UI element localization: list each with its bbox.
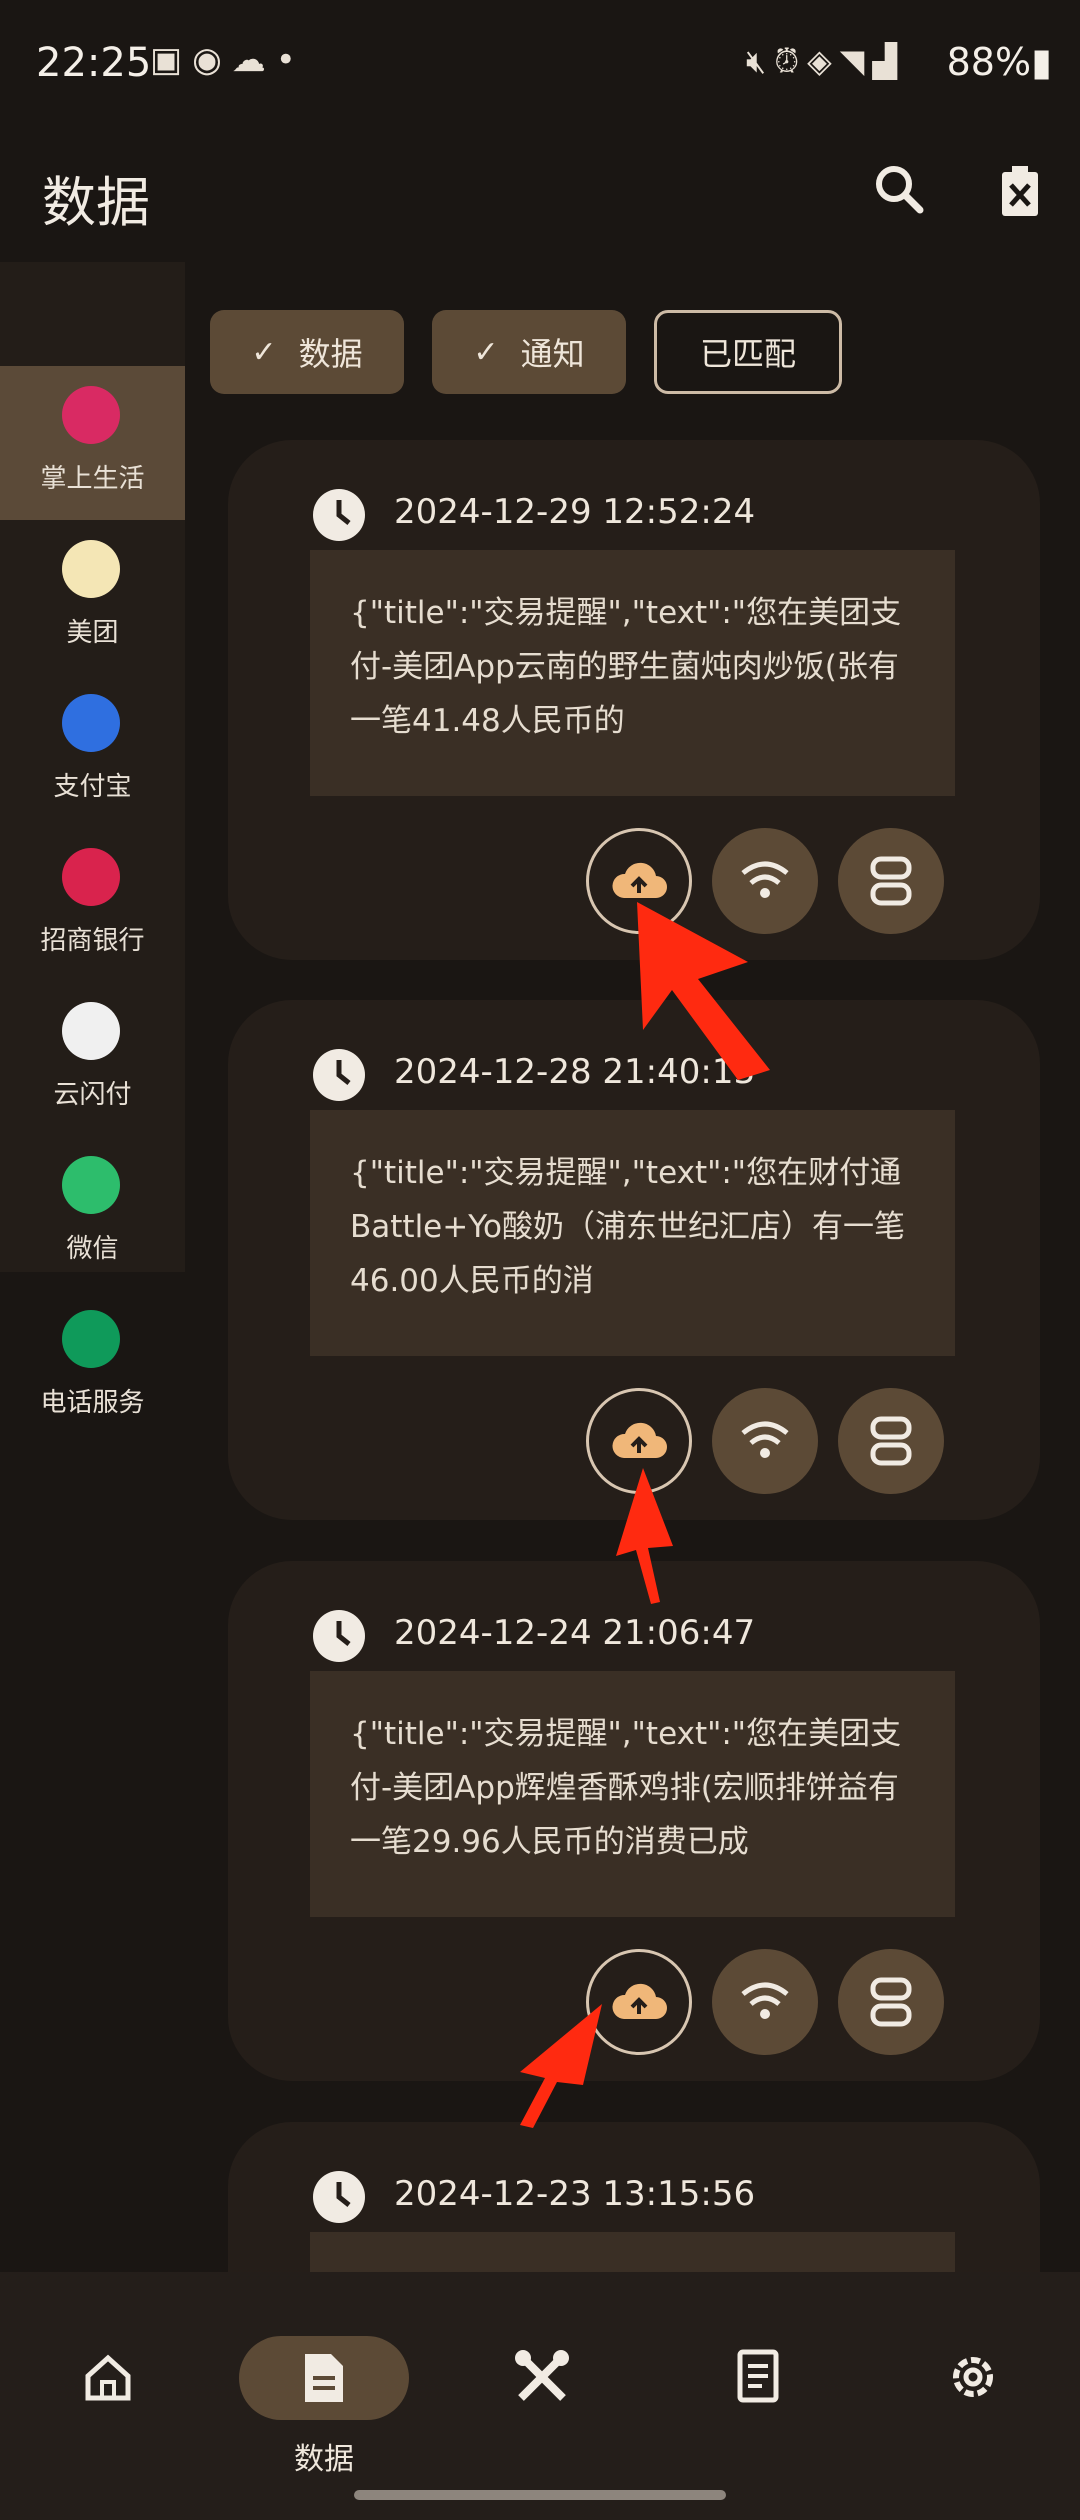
status-time: 22:25 <box>36 40 152 86</box>
nav-bills[interactable] <box>672 2302 842 2432</box>
sidebar-item-zhangshang[interactable]: 掌上生活 <box>0 366 185 520</box>
record-time: 2024-12-24 21:06:47 <box>394 1613 756 1653</box>
meituan-icon <box>62 540 120 598</box>
record-card: 2024-12-24 21:06:47 {"title":"交易提醒","tex… <box>228 1561 1040 2081</box>
nav-label: 数据 <box>294 2442 354 2477</box>
home-icon <box>85 2354 131 2401</box>
record-card: 2024-12-23 13:15:56 <box>228 2122 1040 2272</box>
rescan-button[interactable] <box>712 1949 818 2055</box>
document-icon <box>305 2354 343 2402</box>
wechat-icon <box>62 1156 120 1214</box>
mute-icon: 🔇︎ <box>746 42 775 80</box>
cmb-icon <box>62 848 120 906</box>
record-time: 2024-12-29 12:52:24 <box>394 492 756 532</box>
check-icon: ✓ <box>473 334 499 370</box>
rule-button[interactable] <box>838 828 944 934</box>
clear-list-icon <box>1002 166 1038 216</box>
filter-chip-data[interactable]: ✓ 数据 <box>210 310 404 394</box>
filter-chip-matched[interactable]: 已匹配 <box>654 310 842 394</box>
app-sidebar: 掌上生活 美团 支付宝 招商银行 云闪付 微信 <box>0 262 185 1272</box>
dot-icon: • <box>275 40 306 80</box>
zhangshang-icon <box>62 386 120 444</box>
record-content <box>310 2232 955 2272</box>
sidebar-item-label: 云闪付 <box>53 1080 132 1110</box>
clock-icon <box>313 2171 365 2223</box>
record-content: {"title":"交易提醒","text":"您在财付通 Battle+Yo酸… <box>310 1110 955 1356</box>
nav-settings[interactable] <box>888 2302 1058 2432</box>
record-card: 2024-12-28 21:40:13 {"title":"交易提醒","tex… <box>228 1000 1040 1520</box>
record-time: 2024-12-23 13:15:56 <box>394 2174 756 2214</box>
receipt-icon <box>737 2349 779 2403</box>
wifi-icon: ◥ <box>839 42 873 80</box>
bottom-navigation: 数据 <box>0 2272 1080 2520</box>
upload-button[interactable] <box>586 1949 692 2055</box>
sidebar-item-label: 掌上生活 <box>40 464 145 494</box>
settings-icon <box>953 2357 993 2397</box>
search-button[interactable] <box>860 150 940 230</box>
battery-text: 88%▮ <box>946 40 1052 84</box>
clock-icon <box>313 1610 365 1662</box>
nav-data[interactable]: 数据 <box>239 2302 409 2477</box>
sidebar-item-label: 招商银行 <box>40 926 145 956</box>
filter-chip-notification[interactable]: ✓ 通知 <box>432 310 626 394</box>
wifi-icon <box>741 1421 789 1458</box>
nfc-icon: ◈ <box>807 42 840 80</box>
record-content: {"title":"交易提醒","text":"您在美团支付-美团App云南的野… <box>310 550 955 796</box>
record-time: 2024-12-28 21:40:13 <box>394 1052 756 1092</box>
clear-list-button[interactable] <box>980 150 1060 230</box>
app-icon: ◉ <box>192 40 232 80</box>
alarm-icon: ⏰︎ <box>774 42 808 80</box>
search-icon <box>876 166 924 214</box>
nav-tools[interactable] <box>455 2302 625 2432</box>
cloud-upload-icon <box>612 1422 667 1458</box>
check-icon: ✓ <box>251 334 277 370</box>
wifi-icon <box>741 1982 789 2019</box>
clock-icon <box>313 1049 365 1101</box>
page-title: 数据 <box>42 171 150 234</box>
record-card: 2024-12-29 12:52:24 {"title":"交易提醒","tex… <box>228 440 1040 960</box>
rule-button[interactable] <box>838 1949 944 2055</box>
sidebar-item-label: 电话服务 <box>40 1388 145 1418</box>
sidebar-item-meituan[interactable]: 美团 <box>0 520 185 674</box>
rescan-button[interactable] <box>712 1388 818 1494</box>
sidebar-item-label: 美团 <box>66 618 119 648</box>
rule-icon <box>870 1416 912 1466</box>
app-bar: 数据 <box>0 130 1080 260</box>
tools-icon <box>515 2350 569 2401</box>
image-icon: ▣ <box>150 40 193 80</box>
nav-home[interactable] <box>22 2302 192 2432</box>
home-indicator[interactable] <box>354 2490 726 2500</box>
rule-icon <box>870 1977 912 2027</box>
cloud-icon: ☁ <box>231 40 276 80</box>
rescan-button[interactable] <box>712 828 818 934</box>
sidebar-item-wechat[interactable]: 微信 <box>0 1136 185 1290</box>
wifi-icon <box>741 861 789 898</box>
unionpay-icon <box>62 1002 120 1060</box>
sidebar-item-phone-service[interactable]: 电话服务 <box>0 1290 185 1444</box>
signal-icon: ▟ <box>872 42 905 80</box>
sidebar-item-unionpay[interactable]: 云闪付 <box>0 982 185 1136</box>
sidebar-item-label: 支付宝 <box>53 772 132 802</box>
status-right-icons: 🔇︎⏰︎◈◥▟ <box>746 42 905 81</box>
sidebar-item-label: 微信 <box>66 1234 119 1264</box>
upload-button[interactable] <box>586 1388 692 1494</box>
record-content: {"title":"交易提醒","text":"您在美团支付-美团App辉煌香酥… <box>310 1671 955 1917</box>
cloud-upload-icon <box>612 862 667 898</box>
alipay-icon <box>62 694 120 752</box>
upload-button[interactable] <box>586 828 692 934</box>
cloud-upload-icon <box>612 1983 667 2019</box>
clock-icon <box>313 489 365 541</box>
sidebar-item-cmb[interactable]: 招商银行 <box>0 828 185 982</box>
status-bar: 22:25 ▣◉☁• 🔇︎⏰︎◈◥▟ 88%▮ <box>0 0 1080 130</box>
rule-icon <box>870 856 912 906</box>
rule-button[interactable] <box>838 1388 944 1494</box>
sidebar-item-alipay[interactable]: 支付宝 <box>0 674 185 828</box>
phone-service-icon <box>62 1310 120 1368</box>
status-left-icons: ▣◉☁• <box>150 40 306 80</box>
